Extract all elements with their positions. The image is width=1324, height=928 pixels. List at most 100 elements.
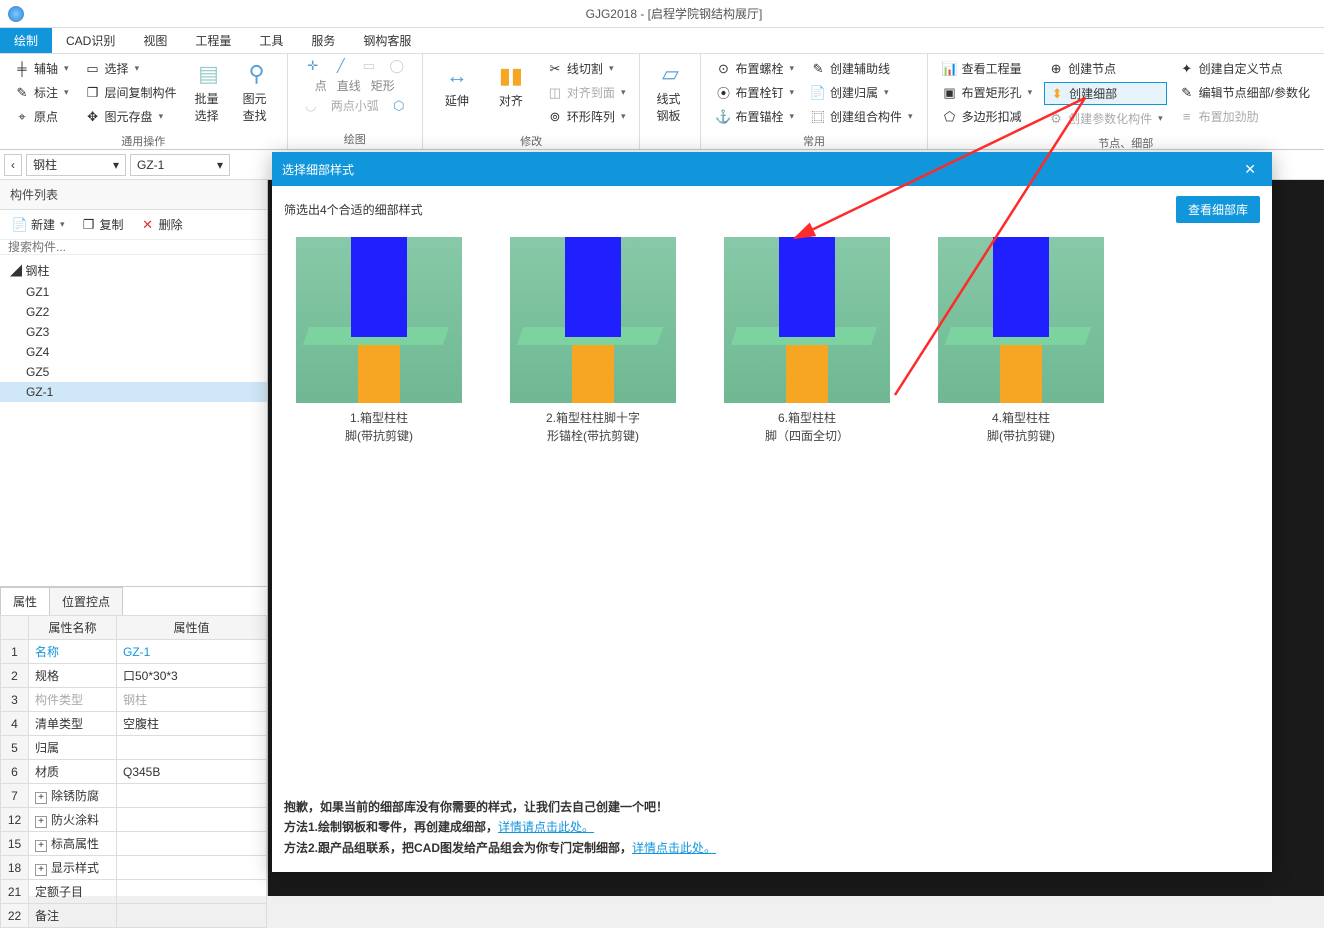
close-icon[interactable]: ✕ [1238,159,1262,180]
detail-card[interactable]: 1.箱型柱柱脚(带抗剪键) [296,237,462,445]
tree-item-gz5[interactable]: GZ5 [0,362,267,382]
polygon-deduct-button[interactable]: ⬠多边形扣减 [938,106,1037,127]
dialog-footer: 抱歉，如果当前的细部库没有你需要的样式，让我们去自己创建一个吧！ 方法1.绘制钢… [272,787,1272,872]
copy-icon: ❐ [85,85,101,101]
edit-node-detail-button[interactable]: ✎编辑节点细部/参数化 [1175,82,1314,103]
batch-select-button[interactable]: ▤批量选择 [185,56,233,128]
create-belonging-button[interactable]: 📄创建归属▾ [806,82,917,103]
node-icon: ⊕ [1048,61,1064,77]
prop-row[interactable]: 2规格口50*30*3 [1,664,267,688]
copy-button[interactable]: ❐复制 [75,214,130,235]
prop-row[interactable]: 22备注 [1,904,267,928]
align-button[interactable]: ▮▮对齐 [487,58,535,113]
prop-row[interactable]: 7+除锈防腐 [1,784,267,808]
anchor-icon: ⚓ [715,109,731,125]
prop-row[interactable]: 3构件类型钢柱 [1,688,267,712]
prop-row[interactable]: 12+防火涂料 [1,808,267,832]
instance-selector[interactable]: GZ-1▾ [130,154,230,176]
detail-card[interactable]: 2.箱型柱柱脚十字形锚栓(带抗剪键) [510,237,676,445]
component-toolbar: 📄新建▾ ❐复制 ✕删除 [0,210,267,240]
place-rect-hole-button[interactable]: ▣布置矩形孔▾ [938,82,1037,103]
delete-button[interactable]: ✕删除 [134,214,189,235]
origin-icon: ⌖ [14,109,30,125]
menu-service[interactable]: 服务 [297,28,349,53]
detail-card[interactable]: 6.箱型柱柱脚（四面全切） [724,237,890,445]
component-tree: ◢ 钢柱 GZ1 GZ2 GZ3 GZ4 GZ5 GZ-1 [0,255,267,406]
poly-icon[interactable]: ⬡ [391,98,407,114]
line-cut-button[interactable]: ✂线切割▾ [543,58,630,79]
place-bolt-button[interactable]: ⊙布置螺栓▾ [711,58,798,79]
new-button[interactable]: 📄新建▾ [6,214,71,235]
create-composite-button[interactable]: ⿴创建组合构件▾ [806,106,917,127]
composite-icon: ⿴ [810,109,826,125]
prop-row[interactable]: 1名称GZ-1 [1,640,267,664]
selector-prev[interactable]: ‹ [4,154,22,176]
prop-row[interactable]: 15+标高属性 [1,832,267,856]
type-selector[interactable]: 钢柱▾ [26,154,126,176]
save-element-button[interactable]: ✥图元存盘▾ [81,106,181,127]
dialog-title: 选择细部样式 [282,161,354,178]
guide-icon: ✎ [810,61,826,77]
create-custom-node-button[interactable]: ✦创建自定义节点 [1175,58,1314,79]
menu-quantity[interactable]: 工程量 [181,28,245,53]
align-to-face-button[interactable]: ◫对齐到面▾ [543,82,630,103]
arc-icon[interactable]: ◡ [303,98,319,114]
search-input[interactable] [0,240,267,255]
tab-properties[interactable]: 属性 [0,587,50,615]
tab-position[interactable]: 位置控点 [49,587,123,615]
delete-icon: ✕ [140,217,156,233]
circle-icon[interactable]: ◯ [389,58,405,74]
prop-row[interactable]: 18+显示样式 [1,856,267,880]
menu-tool[interactable]: 工具 [245,28,297,53]
left-panel: 构件列表 📄新建▾ ❐复制 ✕删除 ◢ 钢柱 GZ1 GZ2 GZ3 GZ4 G… [0,180,268,896]
create-detail-button[interactable]: ⬍创建细部 [1044,82,1167,105]
tree-item-gz1[interactable]: GZ1 [0,282,267,302]
menu-cad[interactable]: CAD识别 [52,28,129,53]
menu-view[interactable]: 视图 [129,28,181,53]
select-button[interactable]: ▭选择▾ [81,58,181,79]
method1-link[interactable]: 详情请点击此处。 [498,820,594,834]
view-library-button[interactable]: 查看细部库 [1176,196,1260,223]
menu-support[interactable]: 钢构客服 [349,28,425,53]
annotate-button[interactable]: ✎标注▾ [10,82,73,103]
batch-icon: ▤ [195,60,223,88]
prop-row[interactable]: 6材质Q345B [1,760,267,784]
create-node-button[interactable]: ⊕创建节点 [1044,58,1167,79]
method2-link[interactable]: 详情点击此处。 [632,841,716,855]
param-icon: ⚙ [1048,111,1064,127]
axis-icon: ╪ [14,61,30,77]
custom-node-icon: ✦ [1179,61,1195,77]
rect-icon[interactable]: ▭ [361,58,377,74]
aux-axis-button[interactable]: ╪辅轴▾ [10,58,73,79]
select-icon: ▭ [85,61,101,77]
create-guide-button[interactable]: ✎创建辅助线 [806,58,917,79]
element-lookup-button[interactable]: ⚲图元查找 [233,56,281,128]
prop-row[interactable]: 21定额子目 [1,880,267,904]
face-icon: ◫ [547,85,563,101]
tree-item-gz3[interactable]: GZ3 [0,322,267,342]
menu-draw[interactable]: 绘制 [0,28,52,53]
tree-item-gz4[interactable]: GZ4 [0,342,267,362]
circular-array-button[interactable]: ⊚环形阵列▾ [543,106,630,127]
view-quantity-button[interactable]: 📊查看工程量 [938,58,1037,79]
tree-item-gz-1[interactable]: GZ-1 [0,382,267,402]
point-icon[interactable]: ✛ [305,58,321,74]
place-anchor-button[interactable]: ⚓布置锚栓▾ [711,106,798,127]
linear-plate-button[interactable]: ▱线式钢板 [646,56,694,128]
polygon-icon: ⬠ [942,109,958,125]
disk-icon: ✥ [85,109,101,125]
prop-row[interactable]: 4清单类型空腹柱 [1,712,267,736]
origin-button[interactable]: ⌖原点 [10,106,73,127]
dialog-subtitle: 筛选出4个合适的细部样式 [284,201,423,218]
prop-row[interactable]: 5归属 [1,736,267,760]
extend-button[interactable]: ↔延伸 [433,58,481,113]
tree-item-gz2[interactable]: GZ2 [0,302,267,322]
layer-copy-button[interactable]: ❐层间复制构件 [81,82,181,103]
create-param-button[interactable]: ⚙创建参数化构件▾ [1044,108,1167,129]
place-stud-button[interactable]: ⦿布置栓钉▾ [711,82,798,103]
annotate-icon: ✎ [14,85,30,101]
place-stiffener-button[interactable]: ≡布置加劲肋 [1175,106,1314,127]
line-icon[interactable]: ╱ [333,58,349,74]
tree-root[interactable]: ◢ 钢柱 [0,259,267,282]
detail-card[interactable]: 4.箱型柱柱脚(带抗剪键) [938,237,1104,445]
